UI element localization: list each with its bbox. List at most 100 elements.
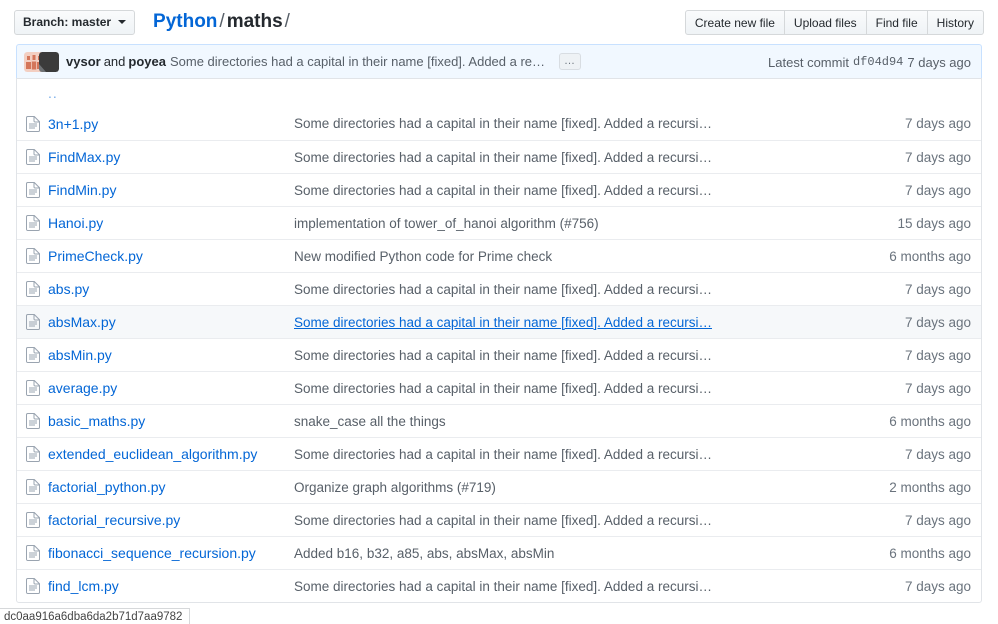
table-row[interactable]: absMax.py Some directories had a capital … bbox=[17, 305, 981, 338]
table-row[interactable]: average.py Some directories had a capital… bbox=[17, 371, 981, 404]
file-name-link[interactable]: abs.py bbox=[48, 281, 89, 297]
file-commit-age: 7 days ago bbox=[867, 116, 971, 131]
file-icon-cell bbox=[26, 380, 48, 396]
file-commit-age: 7 days ago bbox=[867, 513, 971, 528]
file-icon bbox=[26, 215, 40, 231]
table-row[interactable]: FindMin.py Some directories had a capital… bbox=[17, 173, 981, 206]
commit-coauthor-link[interactable]: poyea bbox=[128, 54, 166, 69]
table-row[interactable]: Hanoi.py implementation of tower_of_hanoi… bbox=[17, 206, 981, 239]
table-row[interactable]: FindMax.py Some directories had a capital… bbox=[17, 140, 981, 173]
commit-sha-link[interactable]: df04d94 bbox=[853, 55, 903, 69]
file-icon-cell bbox=[26, 413, 48, 429]
chevron-down-icon bbox=[118, 20, 126, 24]
file-name-link[interactable]: Hanoi.py bbox=[48, 215, 103, 231]
table-row[interactable]: factorial_recursive.py Some directories h… bbox=[17, 503, 981, 536]
table-row[interactable]: absMin.py Some directories had a capital … bbox=[17, 338, 981, 371]
file-commit-age: 7 days ago bbox=[867, 150, 971, 165]
file-commit-message[interactable]: Some directories had a capital in their … bbox=[294, 183, 867, 198]
breadcrumb-separator-1: / bbox=[217, 11, 226, 32]
file-name-link[interactable]: absMin.py bbox=[48, 347, 112, 363]
file-commit-message[interactable]: New modified Python code for Prime check bbox=[294, 249, 867, 264]
file-icon bbox=[26, 479, 40, 495]
file-name-cell: absMax.py bbox=[48, 314, 294, 330]
file-commit-message[interactable]: Some directories had a capital in their … bbox=[294, 579, 867, 594]
file-icon-cell bbox=[26, 314, 48, 330]
file-icon-cell bbox=[26, 248, 48, 264]
file-commit-message[interactable]: Some directories had a capital in their … bbox=[294, 282, 867, 297]
latest-commit-age: 7 days ago bbox=[907, 55, 971, 70]
file-icon-cell bbox=[26, 149, 48, 165]
latest-commit-message[interactable]: Some directories had a capital in their … bbox=[170, 54, 550, 69]
parent-directory-row[interactable]: .. bbox=[17, 79, 981, 107]
file-name-link[interactable]: factorial_recursive.py bbox=[48, 512, 180, 528]
avatar[interactable] bbox=[39, 52, 59, 72]
file-icon bbox=[26, 545, 40, 561]
file-name-link[interactable]: absMax.py bbox=[48, 314, 116, 330]
file-name-link[interactable]: average.py bbox=[48, 380, 117, 396]
file-commit-message[interactable]: Some directories had a capital in their … bbox=[294, 447, 867, 462]
table-row[interactable]: abs.py Some directories had a capital in … bbox=[17, 272, 981, 305]
file-commit-message[interactable]: Some directories had a capital in their … bbox=[294, 315, 867, 330]
file-name-cell: fibonacci_sequence_recursion.py bbox=[48, 545, 294, 561]
table-row[interactable]: PrimeCheck.py New modified Python code fo… bbox=[17, 239, 981, 272]
file-name-link[interactable]: FindMax.py bbox=[48, 149, 120, 165]
file-name-link[interactable]: factorial_python.py bbox=[48, 479, 166, 495]
table-row[interactable]: factorial_python.py Organize graph algori… bbox=[17, 470, 981, 503]
file-name-link[interactable]: find_lcm.py bbox=[48, 578, 119, 594]
find-file-button[interactable]: Find file bbox=[867, 10, 928, 35]
file-commit-age: 7 days ago bbox=[867, 315, 971, 330]
file-commit-age: 7 days ago bbox=[867, 282, 971, 297]
file-commit-message[interactable]: implementation of tower_of_hanoi algorit… bbox=[294, 216, 867, 231]
file-name-link[interactable]: fibonacci_sequence_recursion.py bbox=[48, 545, 256, 561]
file-name-cell: average.py bbox=[48, 380, 294, 396]
file-commit-age: 7 days ago bbox=[867, 447, 971, 462]
file-icon-cell bbox=[26, 116, 48, 132]
file-commit-message[interactable]: Some directories had a capital in their … bbox=[294, 513, 867, 528]
branch-selector-button[interactable]: Branch: master bbox=[14, 10, 135, 35]
file-icon bbox=[26, 413, 40, 429]
file-list-table: .. 3n+1.py Some directories had a capital… bbox=[16, 78, 982, 603]
file-name-link[interactable]: basic_maths.py bbox=[48, 413, 145, 429]
file-icon-cell bbox=[26, 512, 48, 528]
file-name-link[interactable]: FindMin.py bbox=[48, 182, 116, 198]
file-commit-message[interactable]: Organize graph algorithms (#719) bbox=[294, 480, 867, 495]
latest-commit-bar: vysor and poyea Some directories had a c… bbox=[16, 44, 982, 78]
expand-commit-message-button[interactable]: … bbox=[559, 53, 581, 70]
file-icon bbox=[26, 149, 40, 165]
file-name-cell: basic_maths.py bbox=[48, 413, 294, 429]
file-icon bbox=[26, 116, 40, 132]
file-commit-age: 6 months ago bbox=[867, 546, 971, 561]
file-icon bbox=[26, 380, 40, 396]
repo-actions-group: Create new file Upload files Find file H… bbox=[685, 10, 984, 35]
commit-author-link[interactable]: vysor bbox=[66, 54, 101, 69]
upload-files-button[interactable]: Upload files bbox=[785, 10, 867, 35]
file-commit-age: 2 months ago bbox=[867, 480, 971, 495]
browser-status-bar: dc0aa916a6dba6da2b71d7aa9782 bbox=[0, 608, 190, 624]
file-commit-message[interactable]: Some directories had a capital in their … bbox=[294, 348, 867, 363]
file-commit-message[interactable]: Some directories had a capital in their … bbox=[294, 116, 867, 131]
file-commit-message[interactable]: Added b16, b32, a85, abs, absMax, absMin bbox=[294, 546, 867, 561]
breadcrumb: Python/maths/ bbox=[153, 11, 292, 33]
file-name-cell: 3n+1.py bbox=[48, 116, 294, 132]
table-row[interactable]: extended_euclidean_algorithm.py Some dire… bbox=[17, 437, 981, 470]
table-row[interactable]: find_lcm.py Some directories had a capita… bbox=[17, 569, 981, 602]
file-commit-message[interactable]: Some directories had a capital in their … bbox=[294, 150, 867, 165]
file-name-link[interactable]: 3n+1.py bbox=[48, 116, 98, 132]
history-button[interactable]: History bbox=[928, 10, 984, 35]
file-name-link[interactable]: PrimeCheck.py bbox=[48, 248, 143, 264]
table-row[interactable]: 3n+1.py Some directories had a capital in… bbox=[17, 107, 981, 140]
file-commit-age: 7 days ago bbox=[867, 348, 971, 363]
file-name-link[interactable]: extended_euclidean_algorithm.py bbox=[48, 446, 257, 462]
breadcrumb-repo-link[interactable]: Python bbox=[153, 11, 217, 32]
create-new-file-button[interactable]: Create new file bbox=[685, 10, 785, 35]
parent-directory-link[interactable]: .. bbox=[48, 85, 58, 101]
file-icon-cell bbox=[26, 347, 48, 363]
table-row[interactable]: basic_maths.pysnake_case all the things6… bbox=[17, 404, 981, 437]
file-icon-cell bbox=[26, 215, 48, 231]
file-icon bbox=[26, 281, 40, 297]
branch-selector-label: Branch: master bbox=[23, 16, 111, 28]
file-commit-message[interactable]: Some directories had a capital in their … bbox=[294, 381, 867, 396]
repo-toolbar: Branch: master Python/maths/ Create new … bbox=[0, 0, 998, 44]
file-commit-message[interactable]: snake_case all the things bbox=[294, 414, 867, 429]
table-row[interactable]: fibonacci_sequence_recursion.py Added b16… bbox=[17, 536, 981, 569]
